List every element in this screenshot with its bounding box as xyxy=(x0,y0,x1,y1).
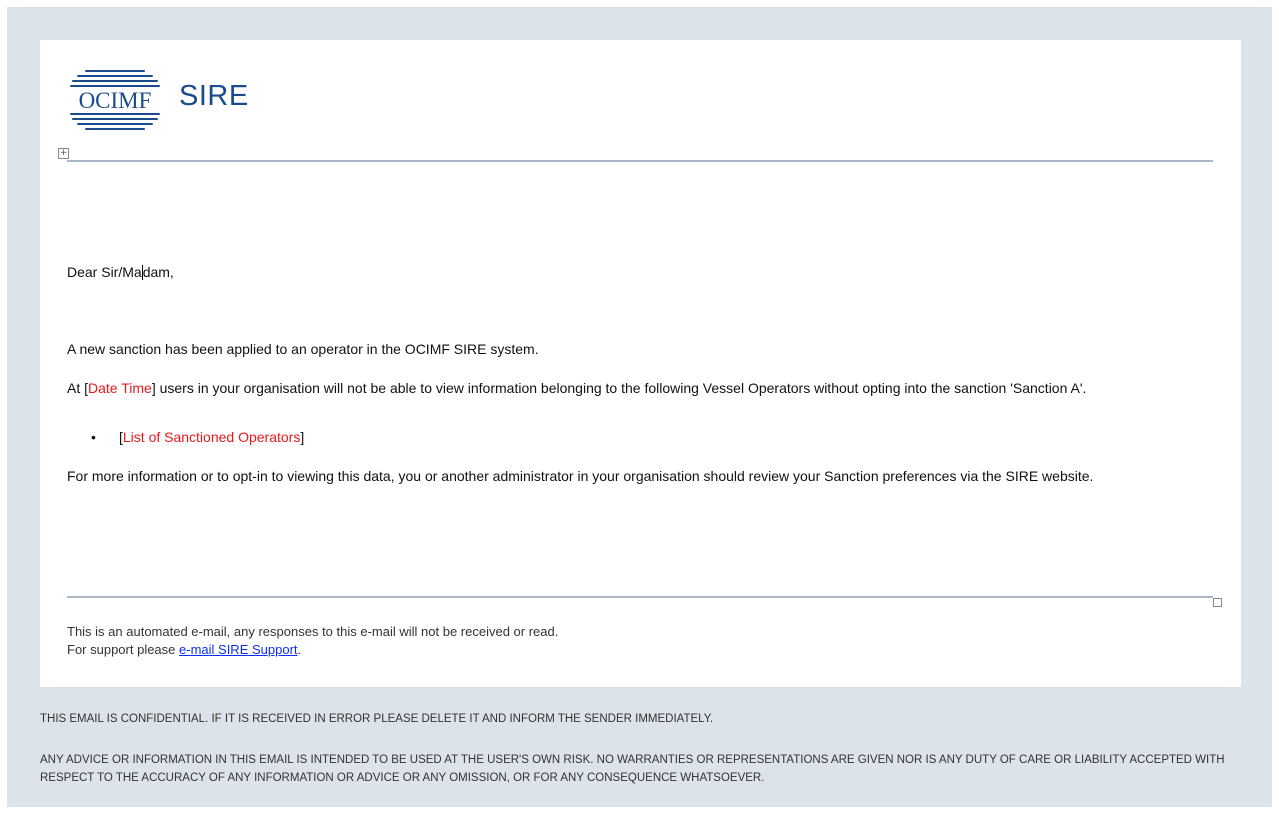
confidentiality-disclaimer: THIS EMAIL IS CONFIDENTIAL. IF IT IS REC… xyxy=(40,713,714,725)
email-card: OCIMF SIRE + Dear Sir/Madam, A new sanct… xyxy=(40,40,1241,687)
salutation: Dear Sir/Madam, xyxy=(67,264,174,280)
ocimf-logo-graphic: OCIMF xyxy=(70,70,160,130)
sire-logo-text: SIRE xyxy=(179,80,249,112)
support-email-link[interactable]: e-mail SIRE Support xyxy=(179,642,298,657)
email-frame: OCIMF SIRE + Dear Sir/Madam, A new sanct… xyxy=(7,7,1272,807)
automated-notice: This is an automated e-mail, any respons… xyxy=(67,624,559,639)
table-resize-handle-icon[interactable] xyxy=(1213,598,1222,607)
date-time-placeholder: Date Time xyxy=(88,380,152,396)
header-divider xyxy=(67,160,1213,162)
footer-divider xyxy=(67,596,1213,598)
table-move-handle-icon[interactable]: + xyxy=(58,148,69,159)
operators-list-placeholder: List of Sanctioned Operators xyxy=(122,429,301,445)
email-footer: This is an automated e-mail, any respons… xyxy=(67,623,558,659)
ocimf-sire-logo: OCIMF SIRE xyxy=(67,68,287,132)
sanction-time-paragraph: At [Date Time] users in your organisatio… xyxy=(67,380,1087,396)
support-line: For support please e-mail SIRE Support. xyxy=(67,642,302,657)
ocimf-logo-text: OCIMF xyxy=(79,88,152,113)
bullet-icon: • xyxy=(91,429,96,445)
sanctioned-operators-list-item: • [List of Sanctioned Operators] xyxy=(91,429,305,445)
more-info-paragraph: For more information or to opt-in to vie… xyxy=(67,468,1094,484)
sanction-notice-paragraph: A new sanction has been applied to an op… xyxy=(67,341,539,357)
liability-disclaimer: ANY ADVICE OR INFORMATION IN THIS EMAIL … xyxy=(40,754,1225,784)
